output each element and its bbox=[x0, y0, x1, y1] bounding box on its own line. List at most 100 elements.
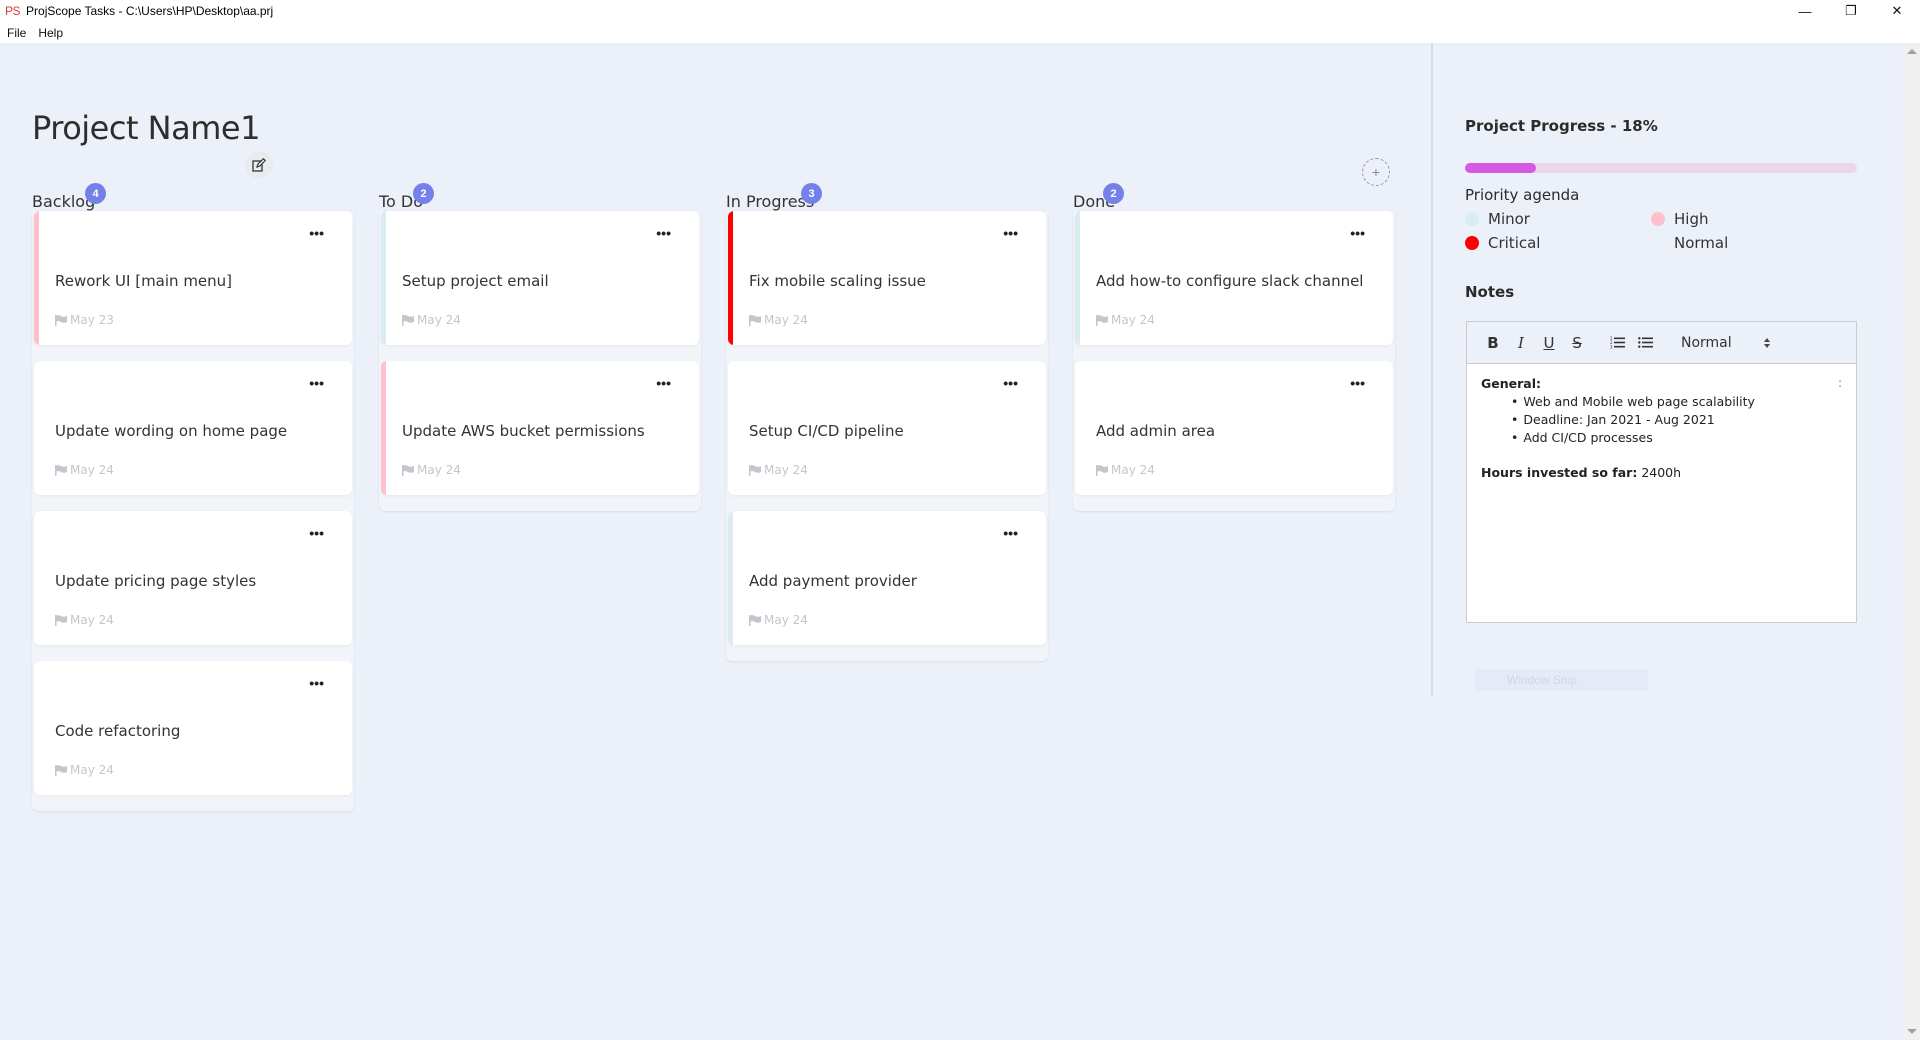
card-menu-button[interactable]: ••• bbox=[1003, 525, 1018, 541]
card-due-date: May 24 bbox=[402, 313, 461, 327]
vertical-scrollbar[interactable] bbox=[1903, 43, 1920, 1040]
task-card[interactable]: ••• Fix mobile scaling issue May 24 bbox=[728, 211, 1046, 345]
card-date-text: May 24 bbox=[764, 313, 808, 327]
notes-content[interactable]: General: Web and Mobile web page scalabi… bbox=[1467, 364, 1856, 622]
progress-bar bbox=[1465, 163, 1857, 173]
legend-label: Normal bbox=[1674, 234, 1729, 252]
column-count-badge: 2 bbox=[1103, 183, 1124, 204]
task-card[interactable]: ••• Update wording on home page May 24 bbox=[34, 361, 352, 495]
strikethrough-button[interactable]: S bbox=[1563, 331, 1591, 355]
restore-button[interactable]: ❐ bbox=[1828, 0, 1874, 22]
card-due-date: May 24 bbox=[749, 463, 808, 477]
bullet-list-button[interactable] bbox=[1631, 331, 1659, 355]
close-button[interactable]: ✕ bbox=[1874, 0, 1920, 22]
card-title: Setup project email bbox=[402, 272, 549, 290]
menu-help[interactable]: Help bbox=[33, 26, 68, 40]
card-date-text: May 24 bbox=[417, 313, 461, 327]
column-count-badge: 4 bbox=[85, 183, 106, 204]
card-menu-button[interactable]: ••• bbox=[656, 375, 671, 391]
legend-normal: Normal bbox=[1651, 234, 1728, 252]
task-card[interactable]: ••• Rework UI [main menu] May 23 bbox=[34, 211, 352, 345]
bold-button[interactable]: B bbox=[1479, 331, 1507, 355]
scroll-up-arrow-icon[interactable] bbox=[1907, 49, 1917, 54]
card-due-date: May 24 bbox=[749, 613, 808, 627]
edit-project-name-button[interactable] bbox=[245, 151, 273, 179]
add-column-button[interactable]: + bbox=[1362, 158, 1390, 186]
hours-invested: Hours invested so far: 2400h bbox=[1481, 465, 1842, 480]
legend-label: High bbox=[1674, 210, 1709, 228]
priority-indicator bbox=[1075, 211, 1080, 345]
card-date-text: May 24 bbox=[70, 763, 114, 777]
menu-file[interactable]: File bbox=[2, 26, 31, 40]
scroll-down-arrow-icon[interactable] bbox=[1907, 1029, 1917, 1034]
ordered-list-button[interactable]: 123 bbox=[1603, 331, 1631, 355]
priority-indicator bbox=[728, 511, 733, 645]
flag-icon bbox=[55, 764, 67, 776]
notes-title: Notes bbox=[1465, 283, 1515, 301]
flag-icon bbox=[1096, 314, 1108, 326]
card-date-text: May 24 bbox=[1111, 463, 1155, 477]
column-body: ••• Add how-to configure slack channel M… bbox=[1073, 211, 1395, 511]
card-menu-button[interactable]: ••• bbox=[1003, 375, 1018, 391]
select-arrows-icon bbox=[1764, 337, 1770, 348]
title-bar: PS ProjScope Tasks - C:\Users\HP\Desktop… bbox=[0, 0, 1920, 22]
underline-button[interactable]: U bbox=[1535, 331, 1563, 355]
card-title: Update pricing page styles bbox=[55, 572, 257, 590]
priority-indicator bbox=[1075, 361, 1080, 495]
task-card[interactable]: ••• Setup CI/CD pipeline May 24 bbox=[728, 361, 1046, 495]
notes-heading: General: bbox=[1481, 376, 1541, 391]
card-title: Rework UI [main menu] bbox=[55, 272, 233, 290]
card-menu-button[interactable]: ••• bbox=[309, 675, 324, 691]
window-title: ProjScope Tasks - C:\Users\HP\Desktop\aa… bbox=[26, 4, 274, 18]
task-card[interactable]: ••• Code refactoring May 24 bbox=[34, 661, 352, 795]
svg-text:3: 3 bbox=[1610, 345, 1613, 350]
card-menu-button[interactable]: ••• bbox=[1350, 225, 1365, 241]
legend-dot-icon bbox=[1651, 236, 1665, 250]
window-controls: — ❐ ✕ bbox=[1782, 0, 1920, 22]
card-menu-button[interactable]: ••• bbox=[1350, 375, 1365, 391]
column-header: Done 2 bbox=[1073, 183, 1395, 211]
text-format-select[interactable]: Normal bbox=[1681, 335, 1771, 351]
task-card[interactable]: ••• Add how-to configure slack channel M… bbox=[1075, 211, 1393, 345]
minimize-button[interactable]: — bbox=[1782, 0, 1828, 22]
card-due-date: May 24 bbox=[749, 313, 808, 327]
task-card[interactable]: ••• Update AWS bucket permissions May 24 bbox=[381, 361, 699, 495]
project-sidebar: Project Progress - 18% Priority agenda M… bbox=[1431, 43, 1903, 697]
column-body: ••• Fix mobile scaling issue May 24 ••• … bbox=[726, 211, 1048, 661]
app-logo-icon: PS bbox=[5, 4, 21, 18]
task-card[interactable]: ••• Add payment provider May 24 bbox=[728, 511, 1046, 645]
legend-critical: Critical bbox=[1465, 234, 1540, 252]
priority-indicator bbox=[728, 361, 733, 495]
card-menu-button[interactable]: ••• bbox=[309, 225, 324, 241]
card-menu-button[interactable]: ••• bbox=[1003, 225, 1018, 241]
legend-minor: Minor bbox=[1465, 210, 1530, 228]
card-title: Setup CI/CD pipeline bbox=[749, 422, 904, 440]
kanban-board: Project Name1 + Backlog 4 ••• Rework UI … bbox=[0, 43, 1431, 1040]
hours-value: 2400h bbox=[1641, 465, 1682, 480]
card-date-text: May 24 bbox=[70, 613, 114, 627]
column-done: Done 2 ••• Add how-to configure slack ch… bbox=[1073, 183, 1395, 511]
task-card[interactable]: ••• Add admin area May 24 bbox=[1075, 361, 1393, 495]
progress-bar-fill bbox=[1465, 163, 1536, 173]
task-card[interactable]: ••• Setup project email May 24 bbox=[381, 211, 699, 345]
card-menu-button[interactable]: ••• bbox=[309, 375, 324, 391]
flag-icon bbox=[55, 614, 67, 626]
text-format-value: Normal bbox=[1681, 334, 1732, 351]
hours-label: Hours invested so far: bbox=[1481, 465, 1638, 480]
legend-label: Minor bbox=[1488, 210, 1530, 228]
plus-icon: + bbox=[1371, 164, 1381, 180]
card-title: Update AWS bucket permissions bbox=[402, 422, 645, 440]
priority-indicator bbox=[34, 511, 39, 645]
column-header: In Progress 3 bbox=[726, 183, 1048, 211]
flag-icon bbox=[55, 464, 67, 476]
card-menu-button[interactable]: ••• bbox=[656, 225, 671, 241]
italic-button[interactable]: I bbox=[1507, 331, 1535, 355]
flag-icon bbox=[402, 464, 414, 476]
edit-icon bbox=[252, 158, 266, 172]
card-due-date: May 24 bbox=[1096, 313, 1155, 327]
card-date-text: May 23 bbox=[70, 313, 114, 327]
progress-title: Project Progress - 18% bbox=[1465, 117, 1658, 135]
task-card[interactable]: ••• Update pricing page styles May 24 bbox=[34, 511, 352, 645]
card-menu-button[interactable]: ••• bbox=[309, 525, 324, 541]
notes-bullet: Deadline: Jan 2021 - Aug 2021 bbox=[1511, 411, 1842, 429]
